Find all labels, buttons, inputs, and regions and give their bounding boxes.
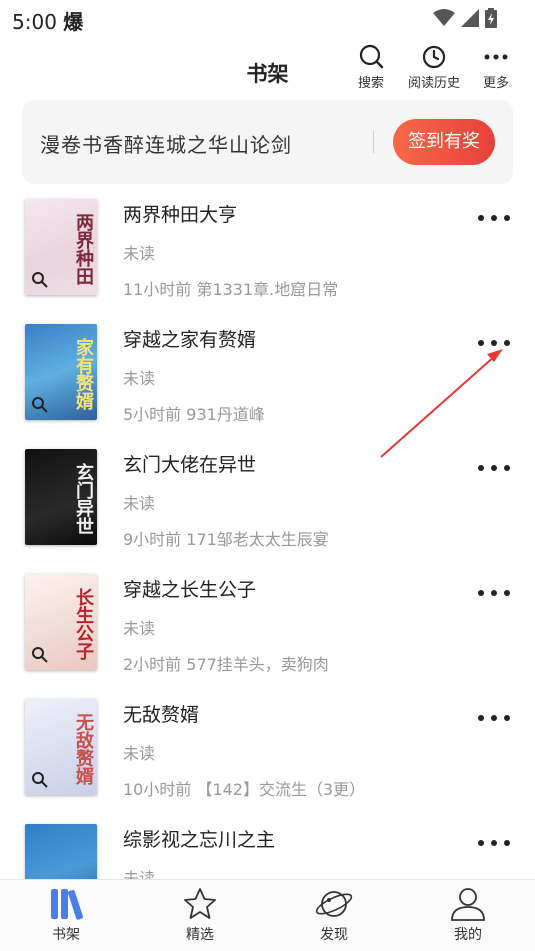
checkin-banner[interactable]: 漫卷书香醉连城之华山论剑 签到有奖 [22,100,513,184]
book-item[interactable]: 两界种田 两界种田大亨 未读 11小时前 第1331章.地窟日常 [0,196,535,306]
more-dot [478,465,484,471]
more-dot [478,340,484,346]
search-icon [359,44,384,69]
tab-label: 精选 [186,927,214,943]
more-dot [478,215,484,221]
tab-label: 发现 [320,927,348,943]
more-dot [504,215,510,221]
checkin-button[interactable]: 签到有奖 [393,119,495,165]
more-dot [491,340,497,346]
book-progress: 9小时前 171邹老太太生辰宴 [123,530,329,549]
book-progress: 5小时前 931丹道峰 [123,405,265,424]
bottom-tab-bar: 书架 精选 发现 我的 [0,879,535,951]
book-read-status: 未读 [123,619,156,638]
book-cover[interactable]: 无敌赘婿 [25,699,97,795]
tab-profile[interactable]: 我的 [428,886,508,944]
app-notification-glyph: 爆 [63,10,84,34]
book-title: 两界种田大亨 [123,204,238,226]
tab-bookshelf[interactable]: 书架 [26,886,106,944]
book-item[interactable]: 家有赘婿 穿越之家有赘婿 未读 5小时前 931丹道峰 [0,321,535,431]
book-progress: 10小时前 【142】交流生（3更） [123,780,366,799]
banner-text: 漫卷书香醉连城之华山论剑 [40,133,292,157]
book-more-button[interactable] [478,460,510,476]
reading-history-label: 阅读历史 [407,76,460,91]
user-icon [451,888,485,921]
magnifier-icon [32,647,48,663]
reading-history-button[interactable]: 阅读历史 [402,44,466,91]
book-more-button[interactable] [478,585,510,601]
book-title: 玄门大佬在异世 [123,454,257,476]
tab-label: 我的 [454,927,482,943]
more-dot [504,715,510,721]
status-time: 5:00 爆 [12,10,84,34]
more-dot [504,465,510,471]
book-title: 综影视之忘川之主 [123,829,276,851]
book-item[interactable]: 玄门异世 玄门大佬在异世 未读 9小时前 171邹老太太生辰宴 [0,446,535,556]
book-more-button[interactable] [478,835,510,851]
book-title: 无敌赘婿 [123,704,200,726]
book-more-button[interactable] [478,210,510,226]
more-button[interactable]: 更多 [464,44,528,91]
more-dot [491,715,497,721]
book-title: 穿越之长生公子 [123,579,257,601]
more-label: 更多 [482,76,509,91]
status-bar: 5:00 爆 [0,0,535,36]
wifi-icon [433,9,455,26]
more-dot [504,340,510,346]
book-more-button[interactable] [478,710,510,726]
clock-icon [422,45,446,69]
book-cover[interactable]: 长生公子 [25,574,97,670]
book-read-status: 未读 [123,369,156,388]
book-cover[interactable]: 两界种田 [25,199,97,295]
book-progress: 11小时前 第1331章.地窟日常 [123,280,339,299]
more-dot [478,590,484,596]
bookshelf-icon [51,889,83,920]
more-icon [484,54,508,60]
book-title: 穿越之家有赘婿 [123,329,257,351]
magnifier-icon [32,772,48,788]
more-dot [504,840,510,846]
status-icons [433,8,497,28]
magnifier-icon [32,272,48,288]
search-label: 搜索 [357,76,384,91]
cover-title: 玄门异世 [73,463,94,535]
more-dot [504,590,510,596]
tab-featured[interactable]: 精选 [160,886,240,944]
signal-icon [461,9,479,27]
book-item[interactable]: 无敌赘婿 无敌赘婿 未读 10小时前 【142】交流生（3更） [0,696,535,806]
book-cover[interactable]: 玄门异世 [25,449,97,545]
book-cover[interactable]: 家有赘婿 [25,324,97,420]
book-read-status: 未读 [123,494,156,513]
tab-discover[interactable]: 发现 [294,886,374,944]
more-dot [478,715,484,721]
book-progress: 2小时前 577挂羊头，卖狗肉 [123,655,329,674]
header: 书架 搜索 阅读历史 更多 [0,36,535,100]
battery-icon [485,8,497,28]
banner-divider [373,131,374,153]
more-dot [491,465,497,471]
star-icon [184,888,216,919]
book-item[interactable]: 长生公子 穿越之长生公子 未读 2小时前 577挂羊头，卖狗肉 [0,571,535,681]
search-button[interactable]: 搜索 [339,44,403,91]
book-more-button[interactable] [478,335,510,351]
more-dot [491,590,497,596]
more-dot [491,840,497,846]
planet-icon [315,891,353,917]
more-dot [478,840,484,846]
tab-label: 书架 [52,927,80,943]
book-read-status: 未读 [123,244,156,263]
more-dot [491,215,497,221]
magnifier-icon [32,397,48,413]
book-read-status: 未读 [123,744,156,763]
